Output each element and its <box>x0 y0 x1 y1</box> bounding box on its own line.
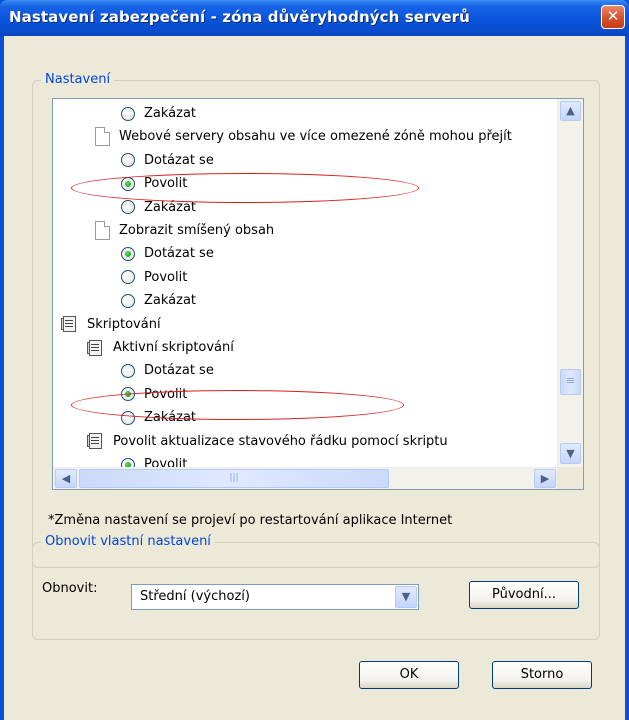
tree-item-label: Aktivní skriptování <box>113 340 234 355</box>
tree-item-label: Povolit <box>144 269 188 285</box>
scroll-up-button[interactable]: ▲ <box>560 101 581 121</box>
horizontal-scrollbar[interactable]: ◀ ||| ▶ <box>53 467 558 489</box>
radio-option[interactable]: Dotázat se <box>121 242 214 265</box>
scroll-left-button[interactable]: ◀ <box>55 469 77 488</box>
settings-group-label: Nastavení <box>41 72 115 87</box>
chevron-right-icon: ▶ <box>540 472 550 485</box>
radio-unchecked-icon[interactable] <box>121 153 135 168</box>
radio-unchecked-icon[interactable] <box>121 270 135 285</box>
reset-group-label: Obnovit vlastní nastavení <box>41 534 215 549</box>
cancel-button-label: Storno <box>520 667 564 682</box>
tree-item-label: Webové servery obsahu ve více omezené zó… <box>119 129 512 145</box>
radio-option[interactable]: Zakázat <box>121 289 196 312</box>
script-icon <box>87 339 105 357</box>
document-icon <box>95 221 110 240</box>
chevron-up-icon: ▲ <box>566 104 575 117</box>
reset-button[interactable]: Původní... <box>469 581 579 609</box>
tree-node[interactable]: Zobrazit smíšený obsah <box>95 219 274 242</box>
radio-option[interactable]: Dotázat se <box>121 149 214 172</box>
ok-button[interactable]: OK <box>359 661 459 689</box>
reset-button-label: Původní... <box>492 587 556 602</box>
restart-note: *Změna nastavení se projeví po restartov… <box>48 513 453 528</box>
radio-option[interactable]: Povolit <box>121 453 187 467</box>
grip-icon: ≡ <box>565 374 576 387</box>
ok-button-label: OK <box>399 667 419 682</box>
radio-unchecked-icon[interactable] <box>121 363 135 378</box>
highlight-ellipse-povolit-1 <box>71 173 419 203</box>
dropdown-button[interactable]: ▼ <box>395 586 417 608</box>
tree-node[interactable]: Skriptování <box>61 313 161 336</box>
script-icon <box>87 432 105 450</box>
highlight-ellipse-povolit-2 <box>71 390 404 420</box>
dialog-client-area: Nastavení Zakázat Webové servery obsahu v… <box>4 36 625 720</box>
tree-node[interactable]: Webové servery obsahu ve více omezené zó… <box>95 125 512 148</box>
reset-level-value: Střední (výchozí) <box>140 589 250 604</box>
tree-item-label: Zakázat <box>144 106 197 121</box>
radio-unchecked-icon[interactable] <box>121 106 135 121</box>
tree-item-label: Dotázat se <box>144 246 214 262</box>
title-bar[interactable]: Nastavení zabezpečení - zóna důvěryhodný… <box>0 0 629 36</box>
radio-checked-icon[interactable] <box>121 246 135 261</box>
scrollbar-corner <box>557 467 583 489</box>
reset-level-select[interactable]: Střední (výchozí) ▼ <box>131 584 419 610</box>
tree-item-label: Zakázat <box>144 293 197 309</box>
vertical-scrollbar[interactable]: ▲ ≡ ▼ <box>557 99 583 467</box>
scroll-right-button[interactable]: ▶ <box>534 469 556 488</box>
close-icon: ✕ <box>606 7 620 25</box>
scroll-down-button[interactable]: ▼ <box>560 443 581 464</box>
chevron-down-icon: ▼ <box>401 590 411 603</box>
settings-tree[interactable]: Zakázat Webové servery obsahu ve více ome… <box>52 98 584 490</box>
tree-item-label: Dotázat se <box>144 152 214 168</box>
radio-checked-icon[interactable] <box>121 457 135 467</box>
chevron-down-icon: ▼ <box>566 447 575 460</box>
tree-item-label: Skriptování <box>87 316 161 332</box>
radio-option[interactable]: Povolit <box>121 266 187 289</box>
reset-label: Obnovit: <box>42 581 98 596</box>
tree-node[interactable]: Povolit aktualizace stavového řádku pomo… <box>87 430 448 453</box>
script-icon <box>61 315 79 333</box>
horizontal-scroll-thumb[interactable]: ||| <box>79 469 389 488</box>
cancel-button[interactable]: Storno <box>492 661 592 689</box>
document-icon <box>95 127 110 147</box>
radio-option[interactable]: Zakázat <box>121 102 196 125</box>
hgrip-icon: ||| <box>229 473 239 483</box>
tree-item-label: Povolit <box>144 457 188 467</box>
dialog-window: Nastavení zabezpečení - zóna důvěryhodný… <box>0 0 629 720</box>
tree-item-label: Povolit aktualizace stavového řádku pomo… <box>113 433 448 449</box>
radio-option[interactable]: Dotázat se <box>121 359 214 382</box>
radio-unchecked-icon[interactable] <box>121 200 135 215</box>
tree-node[interactable]: Aktivní skriptování <box>87 336 234 359</box>
tree-item-label: Zobrazit smíšený obsah <box>119 223 275 238</box>
tree-item-label: Dotázat se <box>144 363 214 379</box>
chevron-left-icon: ◀ <box>61 472 71 485</box>
radio-unchecked-icon[interactable] <box>121 293 135 308</box>
window-title: Nastavení zabezpečení - zóna důvěryhodný… <box>9 8 470 26</box>
close-button[interactable]: ✕ <box>601 5 625 29</box>
vertical-scroll-thumb[interactable]: ≡ <box>560 369 581 395</box>
